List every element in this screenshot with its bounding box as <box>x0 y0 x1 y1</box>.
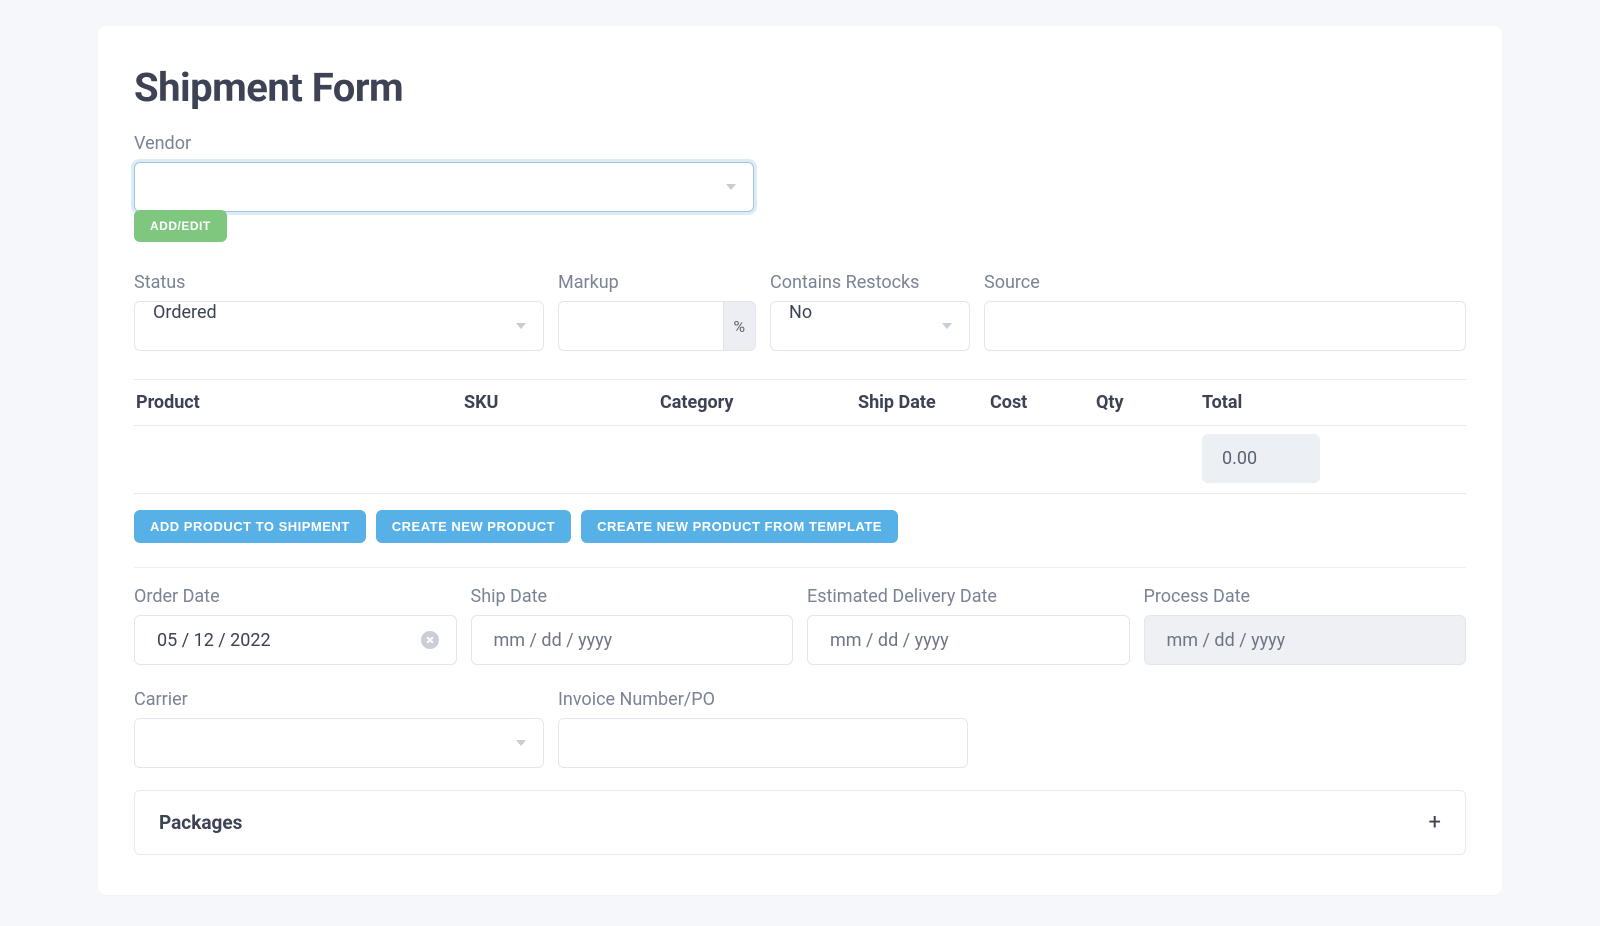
edd-input[interactable]: mm / dd / yyyy <box>807 615 1130 665</box>
plus-icon[interactable]: + <box>1429 812 1441 834</box>
markup-field-group: Markup % <box>558 272 756 351</box>
page-title: Shipment Form <box>134 64 1466 111</box>
status-select[interactable]: Ordered <box>134 301 544 351</box>
shipment-form-card: Shipment Form Vendor ADD/EDIT Status Ord… <box>98 26 1502 895</box>
meta-row: Status Ordered Markup % Contains Restock… <box>134 272 1466 351</box>
source-input[interactable] <box>984 301 1466 351</box>
order-date-input[interactable]: 05 / 12 / 2022 <box>134 615 457 665</box>
ship-date-input[interactable]: mm / dd / yyyy <box>471 615 794 665</box>
total-value: 0.00 <box>1202 434 1320 483</box>
th-product: Product <box>136 392 464 413</box>
restocks-label: Contains Restocks <box>770 272 970 293</box>
invoice-input[interactable] <box>558 718 968 768</box>
edd-label: Estimated Delivery Date <box>807 586 1130 607</box>
th-total: Total <box>1202 392 1464 413</box>
vendor-add-edit-button[interactable]: ADD/EDIT <box>134 210 227 242</box>
process-date-label: Process Date <box>1144 586 1467 607</box>
ship-date-group: Ship Date mm / dd / yyyy <box>471 586 794 665</box>
markup-label: Markup <box>558 272 756 293</box>
dates-row: Order Date 05 / 12 / 2022 Ship Date mm /… <box>134 586 1466 665</box>
ship-date-label: Ship Date <box>471 586 794 607</box>
status-field-group: Status Ordered <box>134 272 544 351</box>
restocks-select[interactable]: No <box>770 301 970 351</box>
packages-accordion[interactable]: Packages + <box>134 790 1466 855</box>
source-label: Source <box>984 272 1466 293</box>
edd-group: Estimated Delivery Date mm / dd / yyyy <box>807 586 1130 665</box>
vendor-label: Vendor <box>134 133 1466 154</box>
create-product-button[interactable]: CREATE NEW PRODUCT <box>376 510 571 543</box>
th-ship-date: Ship Date <box>858 392 990 413</box>
carrier-select[interactable] <box>134 718 544 768</box>
status-label: Status <box>134 272 544 293</box>
th-sku: SKU <box>464 392 660 413</box>
markup-percent-suffix: % <box>724 301 756 351</box>
table-total-row: 0.00 <box>134 426 1466 493</box>
table-header-row: Product SKU Category Ship Date Cost Qty … <box>134 380 1466 426</box>
carrier-field-group: Carrier <box>134 689 544 768</box>
product-actions-row: ADD PRODUCT TO SHIPMENT CREATE NEW PRODU… <box>134 510 1466 568</box>
vendor-select-wrap <box>134 162 754 212</box>
carrier-invoice-row: Carrier Invoice Number/PO <box>134 689 1466 768</box>
vendor-field-group: Vendor ADD/EDIT <box>134 133 1466 244</box>
restocks-field-group: Contains Restocks No <box>770 272 970 351</box>
vendor-select[interactable] <box>134 162 754 212</box>
packages-title: Packages <box>159 811 242 834</box>
process-date-input: mm / dd / yyyy <box>1144 615 1467 665</box>
process-date-group: Process Date mm / dd / yyyy <box>1144 586 1467 665</box>
source-field-group: Source <box>984 272 1466 351</box>
clear-icon[interactable] <box>421 631 439 649</box>
create-from-template-button[interactable]: CREATE NEW PRODUCT FROM TEMPLATE <box>581 510 898 543</box>
markup-input[interactable] <box>558 301 724 351</box>
carrier-label: Carrier <box>134 689 544 710</box>
order-date-label: Order Date <box>134 586 457 607</box>
th-qty: Qty <box>1096 392 1202 413</box>
th-cost: Cost <box>990 392 1096 413</box>
add-product-button[interactable]: ADD PRODUCT TO SHIPMENT <box>134 510 366 543</box>
order-date-group: Order Date 05 / 12 / 2022 <box>134 586 457 665</box>
products-table: Product SKU Category Ship Date Cost Qty … <box>134 379 1466 494</box>
invoice-label: Invoice Number/PO <box>558 689 968 710</box>
invoice-field-group: Invoice Number/PO <box>558 689 968 768</box>
th-category: Category <box>660 392 858 413</box>
